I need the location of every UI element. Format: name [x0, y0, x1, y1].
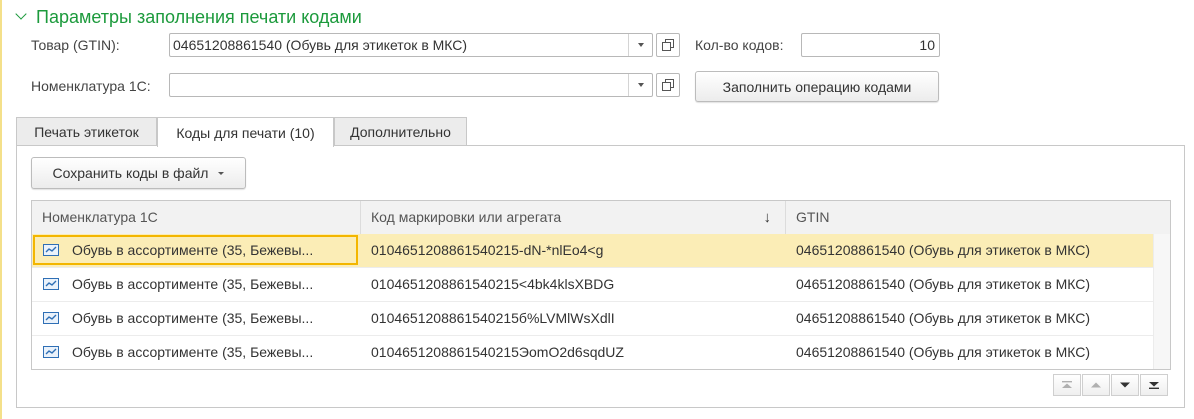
cell-nomenclature: Обувь в ассортименте (35, Бежевы... [72, 276, 314, 292]
group-title: Параметры заполнения печати кодами [36, 6, 362, 27]
table-row[interactable]: Обувь в ассортименте (35, Бежевы... 0104… [32, 234, 1170, 268]
cell-code: 0104651208861540215ЭomO2d6sqdUZ [371, 344, 624, 360]
column-code[interactable]: Код маркировки или агрегата ↓ [361, 201, 786, 234]
cell-nomenclature: Обувь в ассортименте (35, Бежевы... [72, 242, 314, 258]
cell-nomenclature: Обувь в ассортименте (35, Бежевы... [72, 344, 314, 360]
nomenclature-open-button[interactable] [656, 73, 680, 97]
table-header: Номенклатура 1С Код маркировки или агрег… [32, 201, 1170, 235]
chevron-down-icon [637, 43, 644, 47]
cell-gtin: 04651208861540 (Обувь для этикеток в МКС… [796, 276, 1091, 292]
scroll-to-first-button[interactable] [1053, 374, 1081, 396]
form-page: Параметры заполнения печати кодами Товар… [0, 0, 1194, 419]
count-field[interactable]: 10 [801, 33, 940, 57]
chevron-down-icon [16, 10, 26, 20]
first-page-icon [1062, 381, 1072, 388]
cell-gtin: 04651208861540 (Обувь для этикеток в МКС… [796, 242, 1091, 258]
left-rule [0, 0, 2, 419]
chevron-down-icon [637, 83, 644, 87]
chevron-down-icon [218, 171, 225, 175]
scroll-to-last-button[interactable] [1140, 374, 1168, 396]
table-scrollbar[interactable] [1153, 234, 1170, 369]
chevron-down-icon [1120, 382, 1130, 388]
table-row[interactable]: Обувь в ассортименте (35, Бежевы... 0104… [32, 268, 1170, 302]
column-gtin[interactable]: GTIN [786, 201, 1170, 234]
product-field[interactable]: 04651208861540 (Обувь для этикеток в МКС… [169, 33, 653, 57]
cell-gtin: 04651208861540 (Обувь для этикеток в МКС… [796, 310, 1091, 326]
column-code-label: Код маркировки или агрегата [371, 209, 562, 225]
count-label: Кол-во кодов: [695, 37, 784, 53]
table-row[interactable]: Обувь в ассортименте (35, Бежевы... 0104… [32, 336, 1170, 369]
fill-operation-button[interactable]: Заполнить операцию кодами [695, 71, 939, 102]
codes-table: Номенклатура 1С Код маркировки или агрег… [31, 200, 1171, 370]
cell-gtin: 04651208861540 (Обувь для этикеток в МКС… [796, 344, 1091, 360]
tab-print-labels[interactable]: Печать этикеток [16, 117, 157, 146]
chevron-up-icon [1091, 382, 1101, 388]
cell-code: 0104651208861540215-dN-*nlEo4<g [371, 242, 604, 258]
product-label: Товар (GTIN): [31, 37, 120, 53]
nomenclature-field[interactable] [169, 73, 653, 97]
column-nomenclature[interactable]: Номенклатура 1С [32, 201, 361, 234]
tab-additional[interactable]: Дополнительно [334, 117, 467, 146]
product-dropdown-button[interactable] [628, 34, 652, 56]
cell-code: 0104651208861540215б%LVMlWsXdlI [371, 310, 615, 326]
scroll-down-button[interactable] [1111, 374, 1139, 396]
save-codes-button[interactable]: Сохранить коды в файл [31, 157, 246, 189]
nomenclature-dropdown-button[interactable] [628, 74, 652, 96]
group-header[interactable]: Параметры заполнения печати кодами [16, 6, 362, 28]
tab-codes-to-print[interactable]: Коды для печати (10) [157, 117, 334, 147]
save-codes-label: Сохранить коды в файл [52, 165, 209, 181]
cell-code: 0104651208861540215<4bk4klsXBDG [371, 276, 615, 292]
open-icon [662, 79, 674, 91]
open-icon [662, 39, 674, 51]
last-page-icon [1149, 382, 1159, 389]
scroll-up-button[interactable] [1082, 374, 1110, 396]
product-value: 04651208861540 (Обувь для этикеток в МКС… [173, 37, 468, 53]
cell-nomenclature: Обувь в ассортименте (35, Бежевы... [72, 310, 314, 326]
table-row[interactable]: Обувь в ассортименте (35, Бежевы... 0104… [32, 302, 1170, 336]
nomenclature-label: Номенклатура 1С: [31, 78, 151, 94]
product-open-button[interactable] [656, 33, 680, 57]
sort-down-icon: ↓ [763, 209, 772, 226]
